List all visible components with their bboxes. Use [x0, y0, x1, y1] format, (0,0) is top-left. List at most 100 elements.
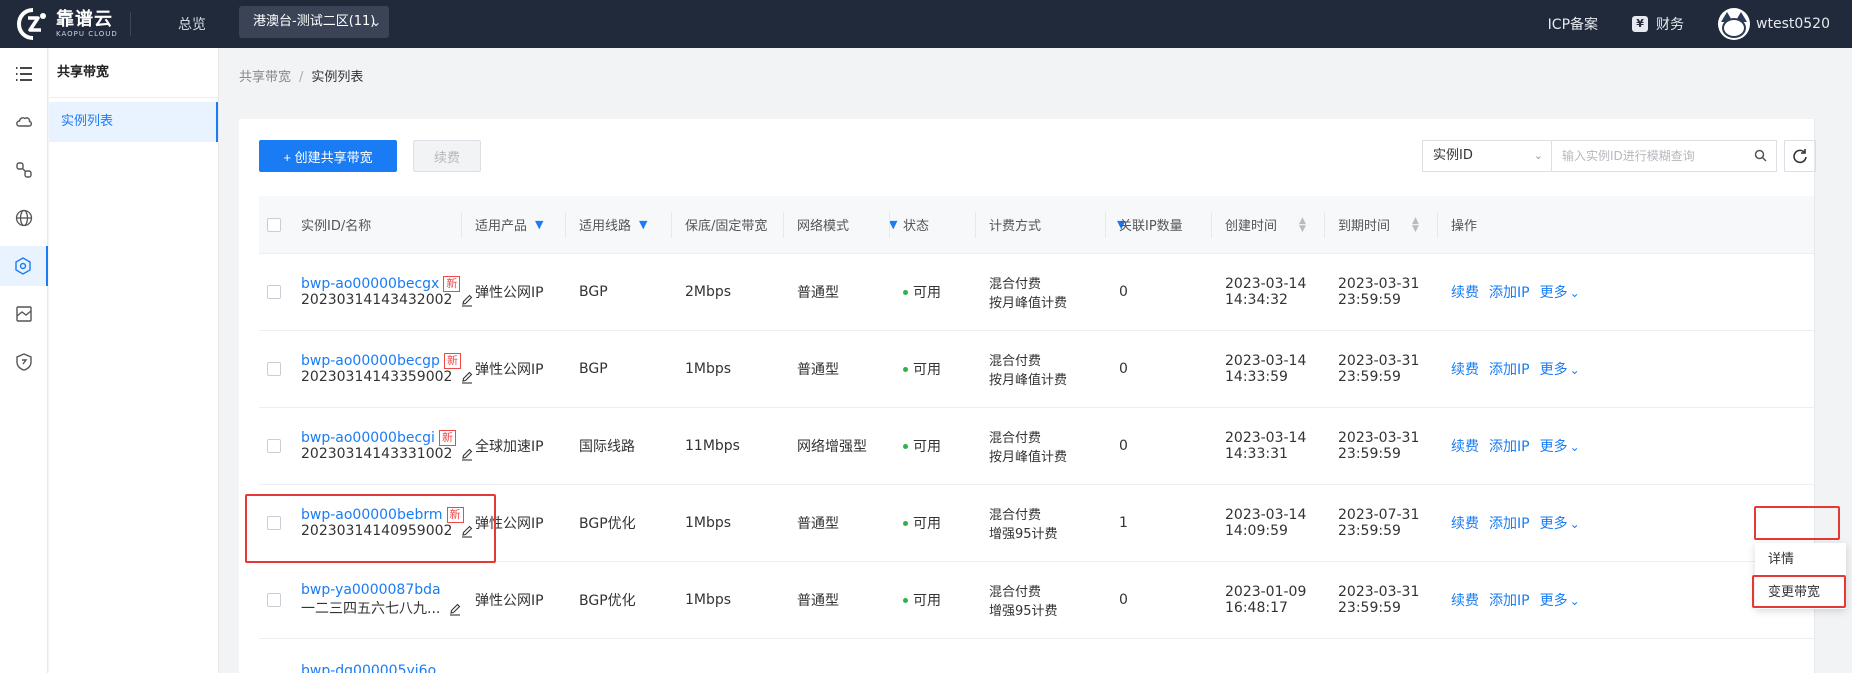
renew-button[interactable]: 续费: [413, 140, 481, 172]
col-bandwidth: 保底/固定带宽: [685, 219, 768, 234]
cell-bandwidth: 1Mbps: [685, 515, 732, 531]
cell-line: BGP: [579, 284, 608, 300]
menu-item-change-bandwidth[interactable]: 变更带宽: [1755, 576, 1846, 609]
new-badge: 新: [443, 353, 461, 369]
filter-icon[interactable]: ▼: [889, 218, 897, 231]
search-icon[interactable]: [1753, 148, 1769, 164]
table-row: bwp-dq000005yi6o: [259, 639, 1814, 673]
instance-id-link[interactable]: bwp-dq000005yi6o: [301, 663, 436, 673]
select-all-checkbox[interactable]: [267, 217, 281, 232]
cell-ip-count: 1: [1119, 515, 1128, 531]
edit-icon[interactable]: [460, 370, 474, 384]
network-icon[interactable]: [0, 246, 48, 286]
instance-id-link[interactable]: bwp-ao00000becgx: [301, 276, 439, 292]
cell-network-mode: 普通型: [797, 362, 839, 378]
cell-billing: 混合付费 增强95计费: [989, 508, 1058, 542]
table-header: 实例ID/名称 适用产品 ▼ 适用线路 ▼ 保底/固定带宽 网络模式 ▼ 状态 计费方…: [259, 196, 1814, 254]
create-shared-bandwidth-button[interactable]: + 创建共享带宽: [259, 140, 397, 172]
logo[interactable]: 靠谱云 KAOPU CLOUD: [16, 8, 118, 40]
instance-id-link[interactable]: bwp-ya0000087bda: [301, 582, 441, 598]
table-row: bwp-ao00000becgi 新 20230314143331002 全球加速IP…: [259, 408, 1814, 485]
cell-status: 可用: [903, 331, 941, 407]
subnav-title: 共享带宽: [49, 48, 218, 98]
subnav-item-instance-list[interactable]: 实例列表: [49, 102, 218, 142]
new-badge: 新: [446, 507, 464, 523]
username: wtest0520: [1756, 16, 1830, 32]
cell-product: 弹性公网IP: [475, 593, 544, 609]
nav-icp[interactable]: ICP备案: [1548, 14, 1598, 34]
edit-icon[interactable]: [448, 602, 462, 616]
table-row: bwp-ao00000bebrm 新 20230314140959002 弹性公网IP…: [259, 485, 1814, 562]
search-field-select[interactable]: 实例ID ⌄: [1422, 140, 1552, 172]
new-badge: 新: [443, 276, 461, 292]
cell-product: 弹性公网IP: [475, 516, 544, 532]
renew-link[interactable]: 续费: [1451, 282, 1479, 302]
row-checkbox[interactable]: [267, 285, 281, 299]
chevron-down-icon: ⌄: [1569, 517, 1580, 531]
row-checkbox[interactable]: [267, 516, 281, 530]
row-checkbox[interactable]: [267, 593, 281, 607]
filter-icon[interactable]: ▼: [639, 218, 647, 231]
menu-item-details[interactable]: 详情: [1755, 543, 1846, 576]
add-ip-link[interactable]: 添加IP: [1489, 436, 1530, 456]
more-link[interactable]: 更多 ⌄: [1540, 513, 1580, 533]
logo-mark-icon: [16, 8, 46, 40]
chevron-down-icon: ⌄: [1569, 286, 1580, 300]
instance-id-link[interactable]: bwp-ao00000becgi: [301, 430, 435, 446]
status-dot: [903, 520, 908, 526]
chevron-down-icon: ⌄: [1569, 440, 1580, 454]
add-ip-link[interactable]: 添加IP: [1489, 282, 1530, 302]
cloud-icon[interactable]: [0, 102, 48, 142]
more-link[interactable]: 更多 ⌄: [1540, 359, 1580, 379]
user-menu[interactable]: wtest0520: [1718, 8, 1830, 40]
cell-expire: 2023-07-31 23:59:59: [1338, 507, 1420, 539]
status-text: 可用: [913, 516, 941, 532]
breadcrumb-separator: /: [299, 70, 304, 85]
filter-icon[interactable]: ▼: [535, 218, 543, 231]
menu-icon[interactable]: [0, 54, 48, 94]
cell-line: BGP优化: [579, 516, 636, 532]
more-link[interactable]: 更多 ⌄: [1540, 436, 1580, 456]
renew-link[interactable]: 续费: [1451, 436, 1479, 456]
link-icon[interactable]: [0, 150, 48, 190]
row-checkbox[interactable]: [267, 362, 281, 376]
globe-icon[interactable]: [0, 198, 48, 238]
sort-icon[interactable]: ▲ ▼: [1299, 216, 1306, 233]
search-input[interactable]: [1552, 140, 1777, 172]
add-ip-link[interactable]: 添加IP: [1489, 359, 1530, 379]
more-link[interactable]: 更多 ⌄: [1540, 590, 1580, 610]
edit-icon[interactable]: [460, 293, 474, 307]
table-row: bwp-ao00000becgp 新 20230314143359002 弹性公网IP…: [259, 331, 1814, 408]
col-product: 适用产品 ▼: [475, 218, 544, 234]
nav-overview[interactable]: 总览: [178, 14, 206, 34]
shield-icon[interactable]: [0, 342, 48, 382]
storage-icon[interactable]: [0, 294, 48, 334]
edit-icon[interactable]: [460, 524, 474, 538]
cell-created: 2023-03-14 14:33:31: [1225, 430, 1307, 462]
instance-name: 20230314143359002: [301, 369, 453, 385]
cell-product: 全球加速IP: [475, 439, 544, 455]
instance-id-link[interactable]: bwp-ao00000becgp: [301, 353, 440, 369]
region-selector[interactable]: 港澳台-测试二区(11) ⌄: [239, 6, 389, 38]
cell-created: 2023-03-14 14:34:32: [1225, 276, 1307, 308]
renew-link[interactable]: 续费: [1451, 590, 1479, 610]
more-link[interactable]: 更多 ⌄: [1540, 282, 1580, 302]
row-checkbox[interactable]: [267, 439, 281, 453]
instance-id-link[interactable]: bwp-ao00000bebrm: [301, 507, 443, 523]
top-bar: 靠谱云 KAOPU CLOUD 总览 港澳台-测试二区(11) ⌄ ICP备案 …: [0, 0, 1852, 48]
avatar: [1718, 8, 1751, 40]
nav-finance[interactable]: ¥ 财务: [1632, 14, 1684, 34]
renew-link[interactable]: 续费: [1451, 513, 1479, 533]
add-ip-link[interactable]: 添加IP: [1489, 513, 1530, 533]
cell-network-mode: 普通型: [797, 285, 839, 301]
breadcrumb-parent[interactable]: 共享带宽: [239, 70, 291, 85]
edit-icon[interactable]: [460, 447, 474, 461]
col-status: 状态: [903, 219, 930, 234]
refresh-button[interactable]: [1784, 140, 1816, 172]
add-ip-link[interactable]: 添加IP: [1489, 590, 1530, 610]
sort-icon[interactable]: ▲ ▼: [1412, 216, 1419, 233]
status-dot: [903, 597, 908, 603]
col-expire: 到期时间 ▲ ▼: [1338, 215, 1419, 234]
renew-link[interactable]: 续费: [1451, 359, 1479, 379]
cell-expire: 2023-03-31 23:59:59: [1338, 584, 1420, 616]
